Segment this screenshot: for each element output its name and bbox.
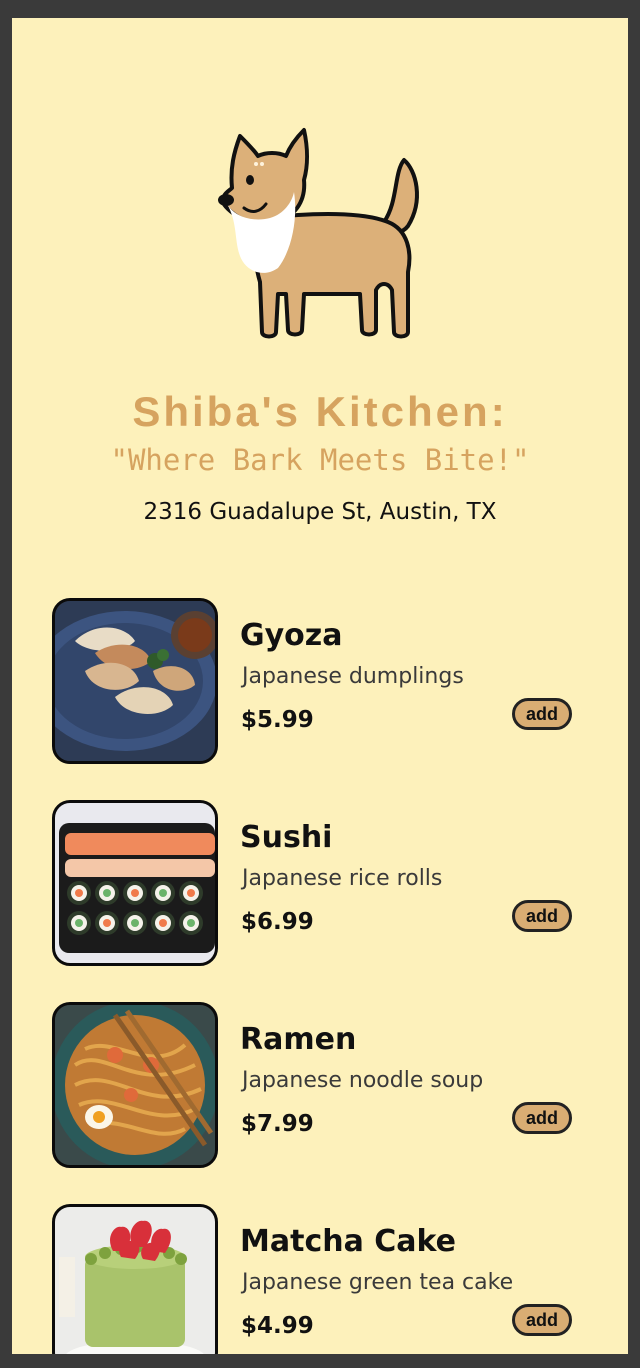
add-button-ramen[interactable]: add	[512, 1102, 572, 1134]
gyoza-photo	[52, 598, 218, 764]
ramen-photo	[52, 1002, 218, 1168]
menu-item-sushi: Sushi Japanese rice rolls $6.99 add	[52, 800, 592, 966]
restaurant-tagline: "Where Bark Meets Bite!"	[110, 443, 530, 477]
add-button-gyoza[interactable]: add	[512, 698, 572, 730]
add-button-matcha-cake[interactable]: add	[512, 1304, 572, 1336]
add-button-sushi[interactable]: add	[512, 900, 572, 932]
item-name: Sushi	[240, 820, 333, 855]
menu-item-ramen: Ramen Japanese noodle soup $7.99 add	[52, 1002, 592, 1168]
item-description: Japanese noodle soup	[242, 1068, 484, 1093]
menu-item-gyoza: Gyoza Japanese dumplings $5.99 add	[52, 598, 592, 764]
sushi-photo	[52, 800, 218, 966]
restaurant-name: Shiba's Kitchen:	[132, 388, 508, 435]
item-description: Japanese dumplings	[242, 664, 464, 689]
restaurant-address: 2316 Guadalupe St, Austin, TX	[143, 499, 497, 525]
item-price: $4.99	[241, 1313, 314, 1339]
item-price: $5.99	[241, 707, 314, 733]
app-screen: Shiba's Kitchen: "Where Bark Meets Bite!…	[12, 18, 628, 1354]
item-price: $6.99	[241, 909, 314, 935]
item-description: Japanese rice rolls	[242, 866, 443, 891]
item-price: $7.99	[241, 1111, 314, 1137]
item-name: Ramen	[240, 1022, 357, 1057]
shiba-logo	[208, 122, 428, 342]
menu-item-matcha-cake: Matcha Cake Japanese green tea cake $4.9…	[52, 1204, 592, 1354]
item-name: Gyoza	[240, 618, 343, 653]
matcha-cake-photo	[52, 1204, 218, 1354]
item-name: Matcha Cake	[240, 1224, 457, 1259]
item-description: Japanese green tea cake	[242, 1270, 514, 1295]
